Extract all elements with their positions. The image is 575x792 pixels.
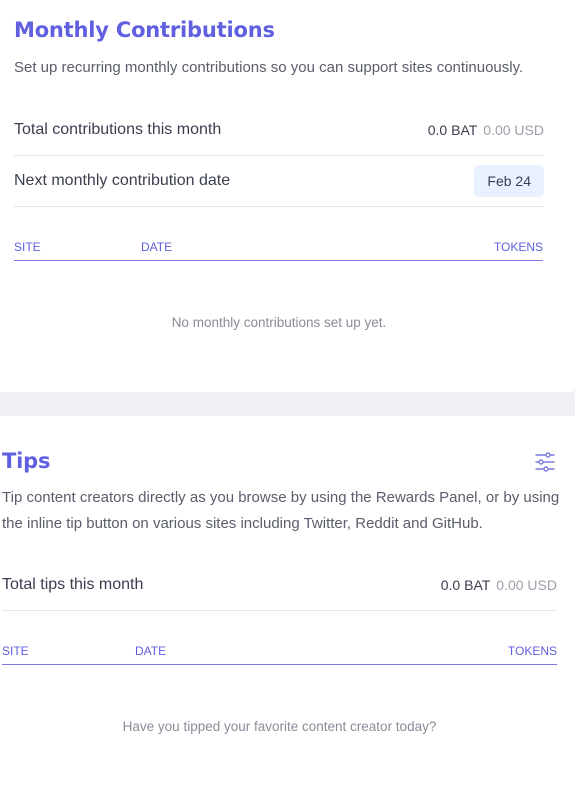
tips-total-bat: 0.0 BAT — [440, 577, 491, 593]
monthly-column-date: DATE — [141, 240, 173, 254]
monthly-empty-message: No monthly contributions set up yet. — [171, 315, 387, 330]
monthly-total-amount: 0.0 BAT 0.00 USD — [428, 122, 544, 138]
monthly-total-bat: 0.0 BAT — [427, 122, 478, 138]
tips-column-date: DATE — [135, 644, 167, 658]
monthly-total-label: Total contributions this month — [14, 121, 222, 138]
monthly-total-row: Total contributions this month 0.0 BAT 0.… — [14, 105, 544, 156]
tips-total-amount: 0.0 BAT 0.00 USD — [441, 577, 557, 593]
tips-total-row: Total tips this month 0.0 BAT 0.00 USD — [2, 560, 557, 611]
monthly-column-site: SITE — [14, 240, 41, 254]
tips-table-header: SITE DATE TOKENS — [2, 638, 557, 665]
tips-card: Tips Tip content creators directly as yo… — [0, 416, 575, 792]
monthly-contributions-card: Monthly Contributions Set up recurring m… — [0, 0, 575, 392]
tips-total-label: Total tips this month — [2, 576, 144, 593]
tips-title: Tips — [2, 449, 51, 473]
monthly-column-tokens: TOKENS — [493, 240, 543, 254]
tips-column-site: SITE — [2, 644, 29, 658]
next-contribution-label: Next monthly contribution date — [14, 172, 231, 189]
monthly-total-usd: 0.00 USD — [483, 122, 544, 138]
next-contribution-date-badge: Feb 24 — [474, 165, 544, 197]
tips-empty-message: Have you tipped your favorite content cr… — [122, 719, 437, 734]
next-contribution-row: Next monthly contribution date Feb 24 — [14, 156, 544, 207]
tips-total-usd: 0.00 USD — [496, 577, 557, 593]
monthly-contributions-title: Monthly Contributions — [14, 18, 275, 42]
monthly-table-header: SITE DATE TOKENS — [14, 234, 543, 261]
sliders-icon[interactable] — [534, 451, 556, 473]
monthly-contributions-description: Set up recurring monthly contributions s… — [14, 59, 524, 76]
tips-description: Tip content creators directly as you bro… — [2, 489, 560, 532]
section-divider — [0, 393, 575, 416]
tips-column-tokens: TOKENS — [507, 644, 557, 658]
